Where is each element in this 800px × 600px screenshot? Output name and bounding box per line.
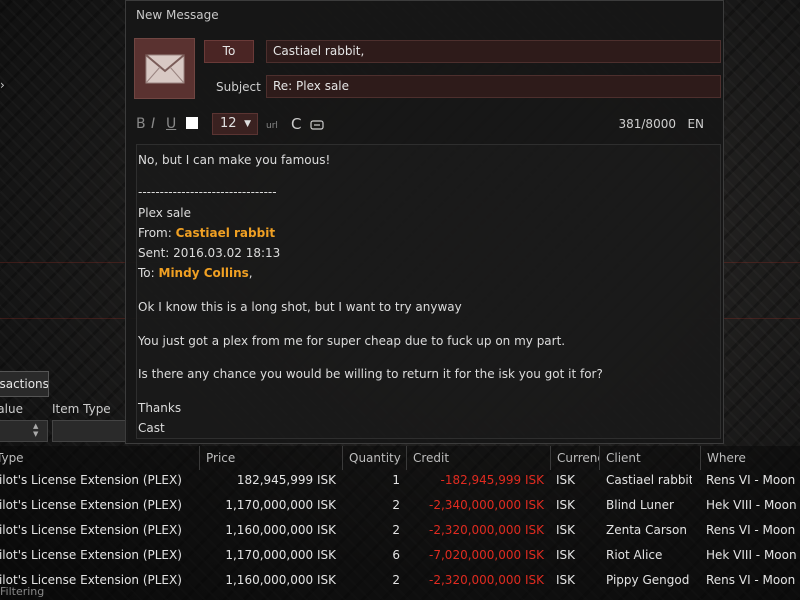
quoted-from: From: Castiael rabbit [138,226,275,240]
body-separator: -------------------------------- [138,185,277,199]
from-label: From: [138,226,176,240]
column-header-price[interactable]: Price [199,446,342,470]
cell-where: Rens VI - Moon [706,523,796,537]
cell-quantity: 2 [392,523,400,537]
body-paragraph: You just got a plex from me for super ch… [138,334,566,348]
cell-type: Pilot's License Extension (PLEX) [0,523,182,537]
cell-currency: ISK [556,498,576,512]
window-title: New Message [136,8,219,22]
to-button[interactable]: To [204,40,254,63]
quoted-subject: Plex sale [138,206,191,220]
chevron-down-icon: ▼ [244,119,251,129]
column-header-currency[interactable]: Currency [550,446,599,470]
envelope-icon [134,38,195,99]
footer-status: Filtering [0,585,45,598]
cell-quantity: 2 [392,498,400,512]
link-icon[interactable] [310,115,324,137]
body-paragraph: Is there any chance you would be willing… [138,367,603,381]
subject-label: Subject [216,80,261,94]
cell-where: Hek VIII - Moon [706,498,797,512]
cell-currency: ISK [556,473,576,487]
clear-format-button[interactable]: C [291,113,301,135]
url-button[interactable]: url [266,115,278,137]
cell-where: Rens VI - Moon [706,573,796,587]
language-indicator[interactable]: EN [687,117,704,131]
cell-client: Riot Alice [606,548,663,562]
cell-credit: -182,945,999 ISK [440,473,544,487]
cell-type: Pilot's License Extension (PLEX) [0,548,182,562]
item-type-filter-input[interactable] [52,420,128,442]
cell-price: 1,170,000,000 ISK [225,498,336,512]
table-row[interactable]: Pilot's License Extension (PLEX) 1,170,0… [0,493,800,518]
cell-price: 1,170,000,000 ISK [225,548,336,562]
cell-type: Pilot's License Extension (PLEX) [0,498,182,512]
subject-field[interactable]: Re: Plex sale [266,75,721,98]
table-row[interactable]: Pilot's License Extension (PLEX) 1,170,0… [0,543,800,568]
cell-credit: -7,020,000,000 ISK [429,548,544,562]
table-row[interactable]: Pilot's License Extension (PLEX) 1,160,0… [0,518,800,543]
cell-type: Pilot's License Extension (PLEX) [0,473,182,487]
column-header-client[interactable]: Client [599,446,700,470]
cell-credit: -2,320,000,000 ISK [429,573,544,587]
to-name-link[interactable]: Mindy Collins [159,266,249,280]
cell-client: Zenta Carson [606,523,687,537]
cell-where: Rens VI - Moon [706,473,796,487]
column-header-quantity[interactable]: Quantity [342,446,406,470]
cell-credit: -2,340,000,000 ISK [429,498,544,512]
char-count: 381/8000 [618,117,676,131]
format-toolbar: B I U 12 ▼ url C 381/8000 EN [136,113,716,135]
body-line: No, but I can make you famous! [138,153,331,167]
cell-credit: -2,320,000,000 ISK [429,523,544,537]
spinner-arrows-icon[interactable]: ▲ ▼ [33,422,38,438]
cell-quantity: 2 [392,573,400,587]
signature-line: Cast [138,421,165,435]
cell-currency: ISK [556,573,576,587]
column-header-where[interactable]: Where [700,446,800,470]
cell-quantity: 1 [392,473,400,487]
value-filter-label: Value [0,402,23,416]
transactions-table: Type Price Quantity Credit Currency Clie… [0,446,800,600]
quoted-to: To: Mindy Collins, [138,266,253,280]
tab-transactions[interactable]: Transactions [0,371,49,397]
font-size-select[interactable]: 12 ▼ [212,113,258,135]
cell-price: 1,160,000,000 ISK [225,573,336,587]
bold-button[interactable]: B [136,113,146,135]
message-body[interactable]: No, but I can make you famous! ---------… [136,144,721,439]
cell-client: Blind Luner [606,498,674,512]
cell-client: Pippy Gengod [606,573,690,587]
cell-price: 182,945,999 ISK [236,473,336,487]
arrow-icon: › [0,78,5,92]
item-type-filter-label: Item Type [52,402,111,416]
font-size-value: 12 [220,116,237,131]
text-color-button[interactable] [186,117,198,129]
column-header-type[interactable]: Type [0,446,200,470]
cell-client: Castiael rabbit [606,473,692,487]
quoted-sent: Sent: 2016.03.02 18:13 [138,246,281,260]
italic-button[interactable]: I [151,113,155,135]
column-header-credit[interactable]: Credit [406,446,550,470]
value-filter-input[interactable] [0,420,48,442]
body-paragraph: Ok I know this is a long shot, but I wan… [138,300,462,314]
table-row[interactable]: Pilot's License Extension (PLEX) 1,160,0… [0,568,800,593]
from-name-link[interactable]: Castiael rabbit [176,226,275,240]
cell-currency: ISK [556,523,576,537]
to-suffix: , [248,266,253,280]
cell-price: 1,160,000,000 ISK [225,523,336,537]
cell-quantity: 6 [392,548,400,562]
signature-line: Thanks [138,401,182,415]
recipient-field[interactable]: Castiael rabbit, [266,40,721,63]
underline-button[interactable]: U [166,113,176,135]
cell-currency: ISK [556,548,576,562]
cell-where: Hek VIII - Moon [706,548,797,562]
to-label: To: [138,266,159,280]
character-counter: 381/8000 EN [618,113,704,135]
tab-label: Transactions [0,377,49,391]
new-message-window: New Message To Castiael rabbit, Subject … [125,0,724,444]
table-row[interactable]: Pilot's License Extension (PLEX) 182,945… [0,468,800,493]
